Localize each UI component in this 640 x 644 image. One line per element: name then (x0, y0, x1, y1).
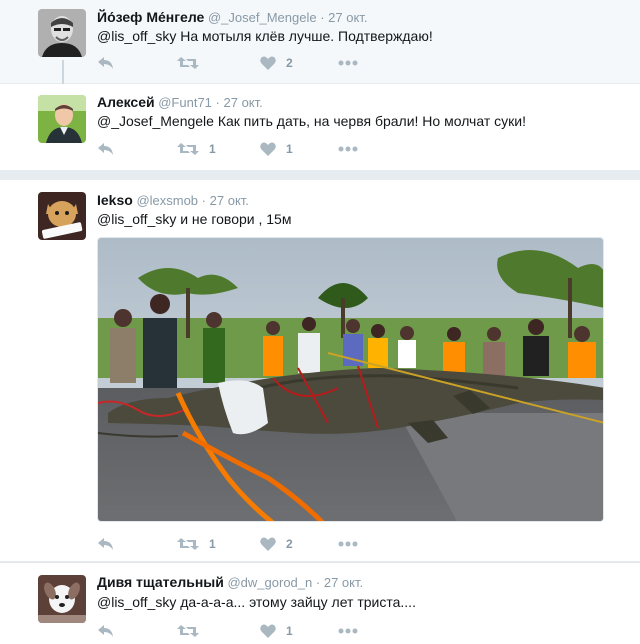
heart-icon (260, 142, 276, 156)
more-button[interactable] (338, 621, 358, 641)
reply-icon (98, 143, 113, 155)
more-button[interactable] (338, 534, 358, 554)
author-name[interactable]: Дивя тщательный (97, 574, 224, 590)
avatar[interactable] (38, 9, 86, 57)
retweet-icon (177, 143, 199, 155)
retweet-icon (177, 625, 199, 637)
tweet-time[interactable]: 27 окт. (224, 95, 263, 110)
author-handle[interactable]: @lexsmob (136, 193, 198, 208)
tweet-time[interactable]: 27 окт. (328, 10, 367, 25)
tweet-actions: 1 1 (97, 139, 617, 159)
more-icon (338, 60, 358, 66)
reply-button[interactable] (97, 53, 115, 73)
tweet-actions: 1 2 (97, 534, 617, 554)
retweet-button[interactable] (177, 621, 209, 641)
more-button[interactable] (338, 139, 358, 159)
like-count: 1 (286, 142, 293, 156)
like-button[interactable]: 2 (260, 53, 293, 73)
tweet-header: Йо́зеф Ме́нгеле @_Josef_Mengele · 27 окт… (97, 9, 367, 25)
reply-icon (98, 57, 113, 69)
tweet-actions: 2 (97, 53, 617, 73)
tweet-text: @_Josef_Mengele Как пить дать, на червя … (97, 113, 526, 129)
author-handle[interactable]: @_Josef_Mengele (208, 10, 317, 25)
tweet[interactable]: Алексей @Funt71 · 27 окт. @_Josef_Mengel… (0, 84, 640, 170)
retweet-count: 1 (209, 142, 216, 156)
reply-button[interactable] (97, 139, 115, 159)
heart-icon (260, 537, 276, 551)
timeline: Йо́зеф Ме́нгеле @_Josef_Mengele · 27 окт… (0, 0, 640, 644)
retweet-button[interactable] (177, 53, 209, 73)
like-count: 1 (286, 624, 293, 638)
more-icon (338, 146, 358, 152)
tweet-header: Дивя тщательный @dw_gorod_n · 27 окт. (97, 574, 363, 590)
avatar[interactable] (38, 95, 86, 143)
avatar[interactable] (38, 192, 86, 240)
tweet[interactable]: Дивя тщательный @dw_gorod_n · 27 окт. @l… (0, 563, 640, 644)
separator-dot: · (320, 10, 325, 25)
tweet-time[interactable]: 27 окт. (324, 575, 363, 590)
retweet-button[interactable]: 1 (177, 139, 216, 159)
like-count: 2 (286, 537, 293, 551)
tweet[interactable]: Йо́зеф Ме́нгеле @_Josef_Mengele · 27 окт… (0, 0, 640, 83)
reply-icon (98, 625, 113, 637)
tweet[interactable]: Iekso @lexsmob · 27 окт. @lis_off_sky и … (0, 180, 640, 561)
separator-dot: · (215, 95, 220, 110)
tweet-text: @lis_off_sky да-а-а-а... этому зайцу лет… (97, 594, 416, 610)
retweet-count: 1 (209, 537, 216, 551)
tweet-text: @lis_off_sky На мотыля клёв лучше. Подтв… (97, 28, 433, 44)
tweet-header: Iekso @lexsmob · 27 окт. (97, 192, 249, 208)
more-button[interactable] (338, 53, 358, 73)
more-icon (338, 541, 358, 547)
author-handle[interactable]: @dw_gorod_n (227, 575, 312, 590)
crocodile-photo (98, 238, 603, 521)
separator-dot: · (315, 575, 321, 590)
separator-dot: · (201, 193, 207, 208)
heart-icon (260, 56, 276, 70)
tweet-photo[interactable] (97, 237, 604, 522)
retweet-icon (177, 538, 199, 550)
tweet-header: Алексей @Funt71 · 27 окт. (97, 94, 263, 110)
author-name[interactable]: Алексей (97, 94, 155, 110)
heart-icon (260, 624, 276, 638)
more-icon (338, 628, 358, 634)
author-name[interactable]: Йо́зеф Ме́нгеле (97, 9, 204, 25)
author-name[interactable]: Iekso (97, 192, 133, 208)
like-button[interactable]: 1 (260, 621, 293, 641)
reply-icon (98, 538, 113, 550)
tweet-actions: 1 (97, 621, 617, 641)
tweet-text: @lis_off_sky и не говори , 15м (97, 211, 292, 227)
tweet-time[interactable]: 27 окт. (210, 193, 249, 208)
like-button[interactable]: 2 (260, 534, 293, 554)
avatar[interactable] (38, 575, 86, 623)
retweet-icon (177, 57, 199, 69)
like-count: 2 (286, 56, 293, 70)
author-handle[interactable]: @Funt71 (158, 95, 212, 110)
retweet-button[interactable]: 1 (177, 534, 216, 554)
like-button[interactable]: 1 (260, 139, 293, 159)
reply-button[interactable] (97, 621, 115, 641)
reply-button[interactable] (97, 534, 115, 554)
